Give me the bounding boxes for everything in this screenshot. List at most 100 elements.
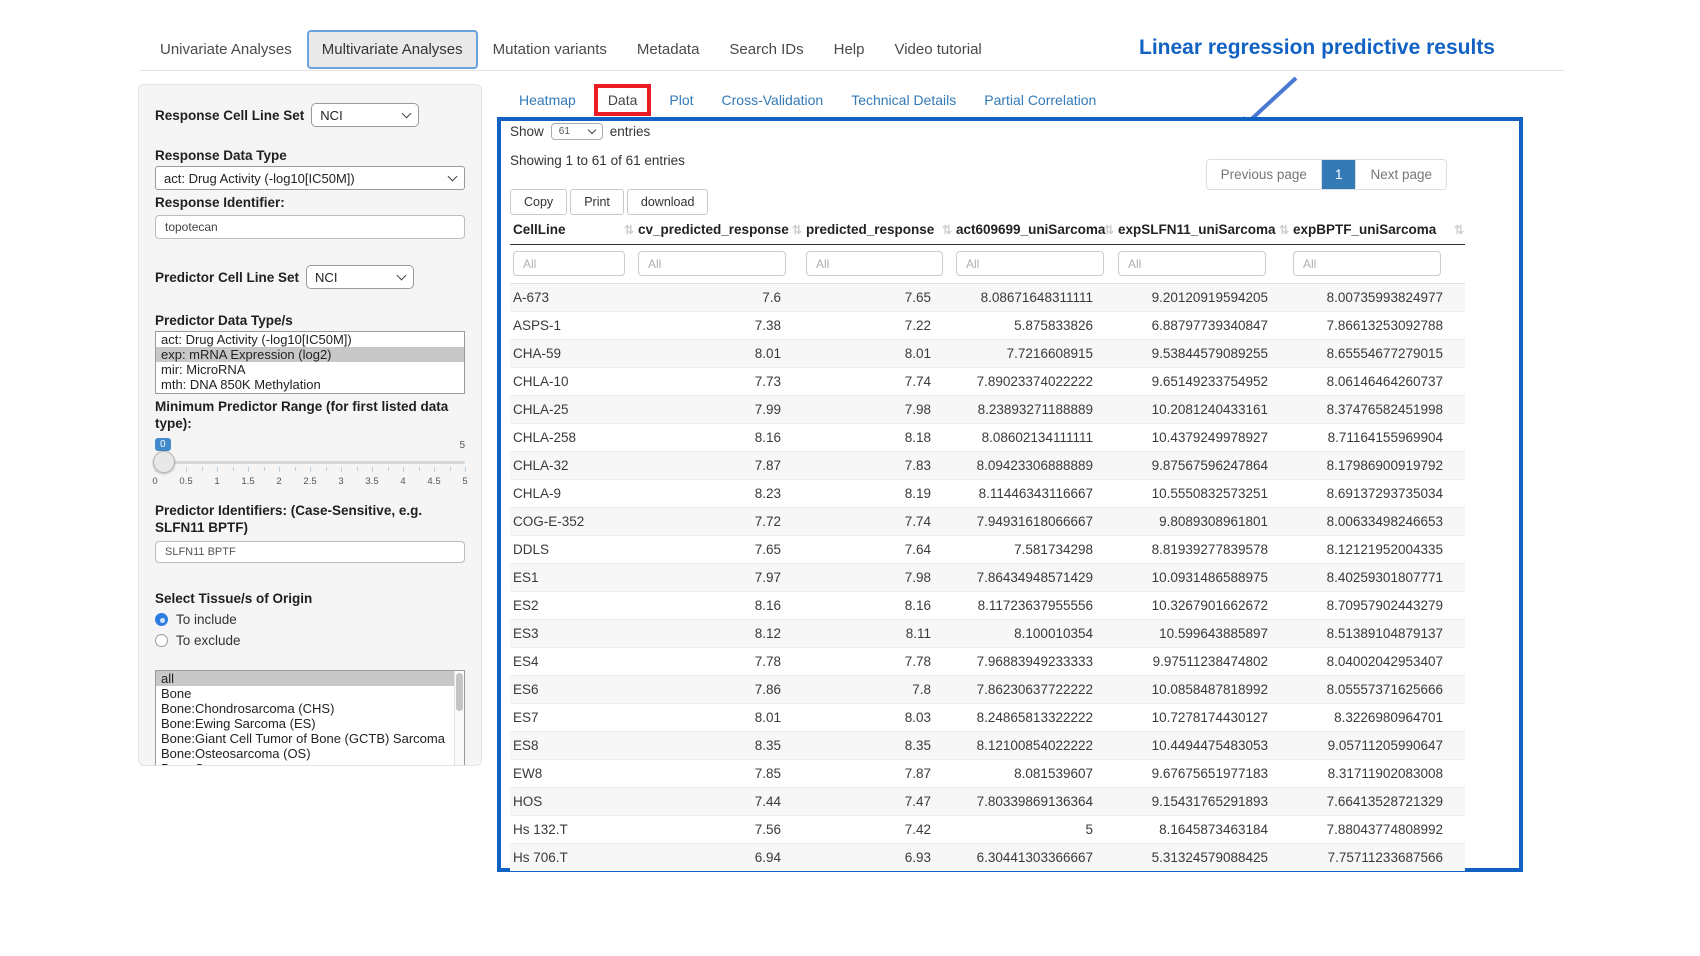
min-predictor-range-slider[interactable]: 0 5 00.511.522.533.544.55 <box>155 438 465 494</box>
predictor-data-type-option[interactable]: mth: DNA 850K Methylation <box>156 377 464 392</box>
sidebar-panel: Response Cell Line Set NCI Response Data… <box>138 84 482 766</box>
cell-value: 8.69137293735034 <box>1290 480 1465 508</box>
previous-page-button[interactable]: Previous page <box>1207 160 1321 189</box>
nav-item-metadata[interactable]: Metadata <box>622 30 715 69</box>
scrollbar-thumb[interactable] <box>456 673 463 711</box>
column-header-label: predicted_response <box>806 222 934 237</box>
sort-icon[interactable]: ⇅ <box>624 223 632 237</box>
column-header-cellline[interactable]: CellLine⇅ <box>510 216 635 245</box>
page-1-button[interactable]: 1 <box>1321 160 1356 189</box>
nav-item-help[interactable]: Help <box>819 30 880 69</box>
download-button[interactable]: download <box>627 189 709 215</box>
filter-cell <box>953 245 1115 284</box>
nav-item-video-tutorial[interactable]: Video tutorial <box>879 30 996 69</box>
tab-partial-correlation[interactable]: Partial Correlation <box>970 84 1110 116</box>
sort-icon[interactable]: ⇅ <box>792 223 800 237</box>
radio-to-include[interactable]: To include <box>155 612 465 627</box>
column-header-act609699-unisarcoma[interactable]: act609699_uniSarcoma⇅ <box>953 216 1115 245</box>
column-filter-input-cellline[interactable] <box>513 251 625 276</box>
show-entries-select[interactable]: 61 <box>551 123 603 140</box>
cell-line-name: HOS <box>510 788 635 816</box>
cell-value: 7.42 <box>803 816 953 844</box>
cell-value: 8.05557371625666 <box>1290 676 1465 704</box>
next-page-button[interactable]: Next page <box>1355 160 1446 189</box>
tab-cross-validation[interactable]: Cross-Validation <box>708 84 838 116</box>
sort-icon[interactable]: ⇅ <box>942 223 950 237</box>
tissue-option[interactable]: Bone:Giant Cell Tumor of Bone (GCTB) Sar… <box>156 731 464 746</box>
tab-data[interactable]: Data <box>594 84 652 116</box>
cell-value: 7.98 <box>803 396 953 424</box>
cell-value: 7.74 <box>803 508 953 536</box>
cell-line-name: ES6 <box>510 676 635 704</box>
tab-plot[interactable]: Plot <box>655 84 707 116</box>
column-header-cv-predicted-response[interactable]: cv_predicted_response⇅ <box>635 216 803 245</box>
column-filter-input-predicted-response[interactable] <box>806 251 943 276</box>
column-header-predicted-response[interactable]: predicted_response ⇅ <box>803 216 953 245</box>
sort-icon[interactable]: ⇅ <box>1104 223 1112 237</box>
slider-tick-label: 4 <box>400 476 405 487</box>
column-filter-input-expslfn11-unisarcoma[interactable] <box>1118 251 1266 276</box>
tissue-option[interactable]: all <box>156 671 464 686</box>
print-button[interactable]: Print <box>570 189 624 215</box>
table-row: ES17.977.987.8643494857142910.0931486588… <box>510 564 1465 592</box>
column-filter-input-act609699-unisarcoma[interactable] <box>956 251 1104 276</box>
predictor-identifiers-input[interactable] <box>155 541 465 563</box>
cell-value: 8.16 <box>635 592 803 620</box>
tab-technical-details[interactable]: Technical Details <box>837 84 970 116</box>
response-data-type-select[interactable]: act: Drug Activity (-log10[IC50M]) <box>155 166 465 190</box>
sort-icon[interactable]: ⇅ <box>1454 223 1462 237</box>
cell-value: 7.87 <box>803 760 953 788</box>
tissue-listbox: allBoneBone:Chondrosarcoma (CHS)Bone:Ewi… <box>155 670 465 766</box>
slider-track[interactable] <box>155 461 465 464</box>
nav-item-mutation-variants[interactable]: Mutation variants <box>478 30 622 69</box>
tissue-list-scrollbar[interactable] <box>454 671 464 766</box>
nav-item-search-ids[interactable]: Search IDs <box>714 30 818 69</box>
cell-value: 7.8 <box>803 676 953 704</box>
slider-tick <box>403 467 404 472</box>
cell-line-name: A-673 <box>510 284 635 312</box>
response-cell-line-set-select[interactable]: NCI <box>311 103 419 127</box>
column-filter-input-expbptf-unisarcoma[interactable] <box>1293 251 1441 276</box>
cell-line-name: CHLA-25 <box>510 396 635 424</box>
tab-heatmap[interactable]: Heatmap <box>505 84 590 116</box>
tissue-origin-label: Select Tissue/s of Origin <box>155 591 465 606</box>
tissue-option[interactable]: Bone:Osteosarcoma (OS) <box>156 746 464 761</box>
cell-line-name: Hs 706.T <box>510 844 635 872</box>
tissue-option[interactable]: Bone:Chondrosarcoma (CHS) <box>156 701 464 716</box>
cell-value: 10.599643885897 <box>1115 620 1290 648</box>
tissue-option[interactable]: Bone:Sarcoma <box>156 761 464 766</box>
cell-line-name: CHLA-32 <box>510 452 635 480</box>
response-identifier-input[interactable] <box>155 215 465 239</box>
data-panel: Show 61 entries Showing 1 to 61 of 61 en… <box>497 117 1523 872</box>
cell-value: 7.78 <box>803 648 953 676</box>
tissue-option[interactable]: Bone <box>156 686 464 701</box>
nav-item-multivariate-analyses[interactable]: Multivariate Analyses <box>307 30 478 69</box>
column-header-expslfn11-unisarcoma[interactable]: expSLFN11_uniSarcoma⇅ <box>1115 216 1290 245</box>
radio-to-exclude[interactable]: To exclude <box>155 633 465 648</box>
cell-value: 9.97511238474802 <box>1115 648 1290 676</box>
cell-value: 7.96883949233333 <box>953 648 1115 676</box>
cell-value: 8.01 <box>635 340 803 368</box>
slider-tick-label: 0.5 <box>179 476 192 487</box>
response-data-type-label: Response Data Type <box>155 148 465 163</box>
slider-tick <box>450 467 451 471</box>
cell-value: 7.89023374022222 <box>953 368 1115 396</box>
copy-button[interactable]: Copy <box>510 189 567 215</box>
nav-item-univariate-analyses[interactable]: Univariate Analyses <box>145 30 307 69</box>
table-row: COG-E-3527.727.747.949316180666679.80893… <box>510 508 1465 536</box>
top-nav: Univariate AnalysesMultivariate Analyses… <box>145 30 997 69</box>
column-header-expbptf-unisarcoma[interactable]: expBPTF_uniSarcoma⇅ <box>1290 216 1465 245</box>
show-entries-suffix: entries <box>610 124 651 139</box>
tissue-option[interactable]: Bone:Ewing Sarcoma (ES) <box>156 716 464 731</box>
predictor-data-type-option[interactable]: mir: MicroRNA <box>156 362 464 377</box>
predictor-cell-line-set-select[interactable]: NCI <box>306 265 414 289</box>
sort-icon[interactable]: ⇅ <box>1279 223 1287 237</box>
cell-value: 9.87567596247864 <box>1115 452 1290 480</box>
predictor-data-type-option[interactable]: exp: mRNA Expression (log2) <box>156 347 464 362</box>
cell-line-name: CHA-59 <box>510 340 635 368</box>
cell-value: 10.4494475483053 <box>1115 732 1290 760</box>
predictor-data-type-option[interactable]: act: Drug Activity (-log10[IC50M]) <box>156 332 464 347</box>
cell-value: 10.0931486588975 <box>1115 564 1290 592</box>
cell-value: 8.11723637955556 <box>953 592 1115 620</box>
column-filter-input-cv-predicted-response[interactable] <box>638 251 786 276</box>
